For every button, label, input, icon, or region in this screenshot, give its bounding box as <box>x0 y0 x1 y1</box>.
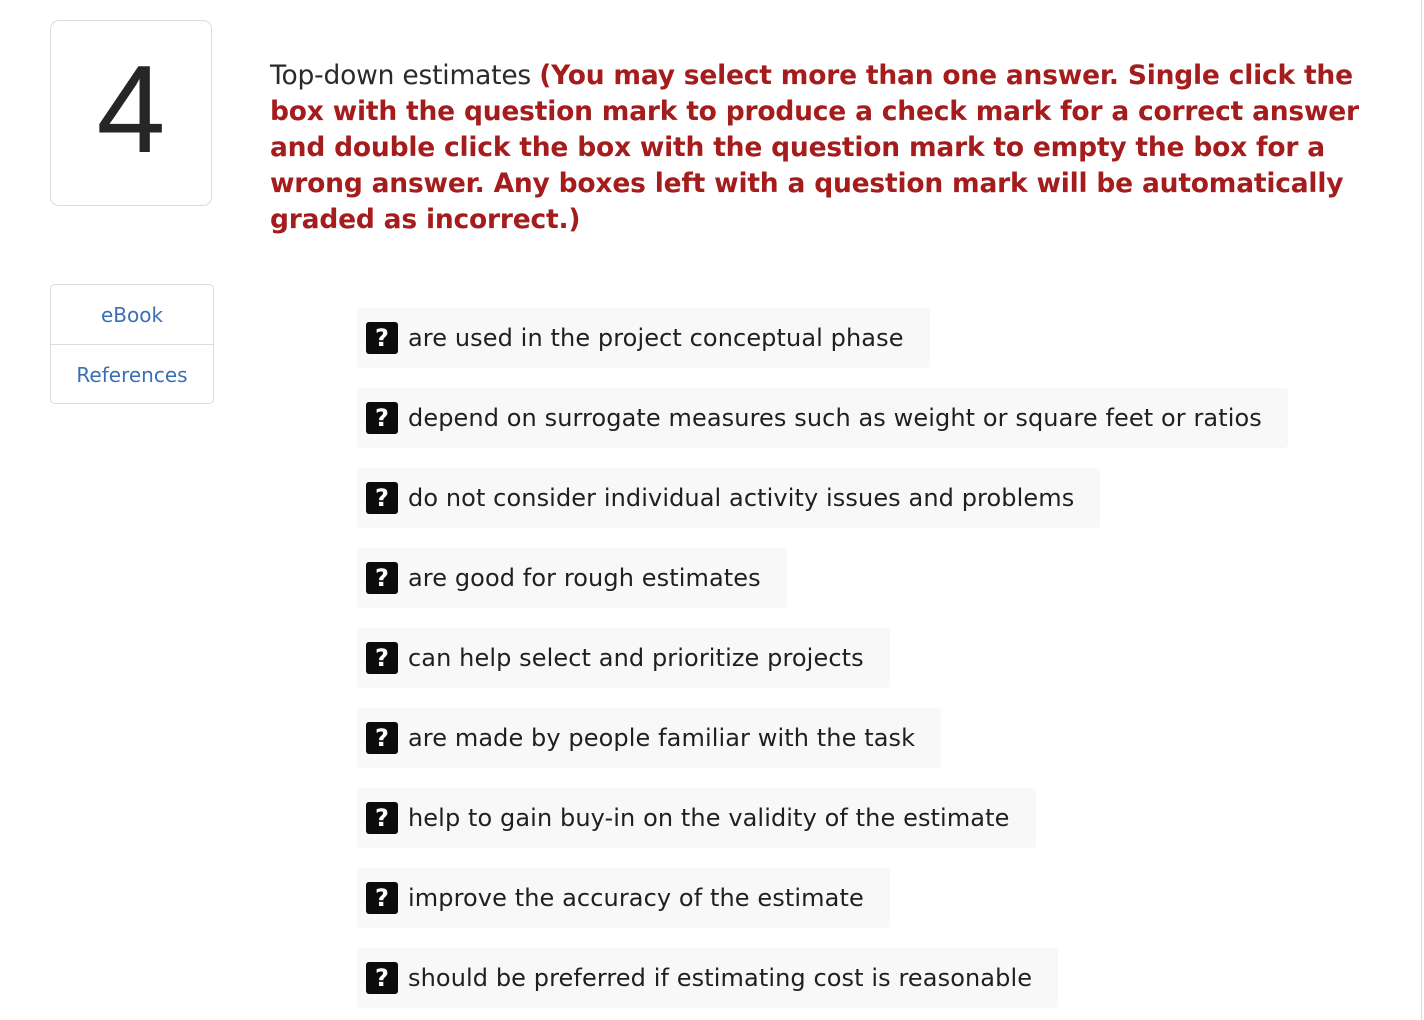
question-mark-checkbox[interactable]: ? <box>366 802 398 834</box>
answer-text: are good for rough estimates <box>408 564 761 592</box>
answer-option[interactable]: ? are made by people familiar with the t… <box>357 708 942 768</box>
answer-option[interactable]: ? help to gain buy-in on the validity of… <box>357 788 1036 848</box>
references-link[interactable]: References <box>51 344 213 404</box>
question-mark-checkbox[interactable]: ? <box>366 642 398 674</box>
question-mark-checkbox[interactable]: ? <box>366 562 398 594</box>
question-mark-checkbox[interactable]: ? <box>366 962 398 994</box>
answer-option[interactable]: ? improve the accuracy of the estimate <box>357 868 890 928</box>
ebook-link[interactable]: eBook <box>51 285 213 344</box>
page-divider <box>1421 0 1422 1020</box>
answer-option[interactable]: ? should be preferred if estimating cost… <box>357 948 1059 1008</box>
question-mark-checkbox[interactable]: ? <box>366 402 398 434</box>
answer-text: can help select and prioritize projects <box>408 644 864 672</box>
question-number-box: 4 <box>50 20 212 206</box>
question-mark-checkbox[interactable]: ? <box>366 322 398 354</box>
answer-text: improve the accuracy of the estimate <box>408 884 864 912</box>
question-stem: Top-down estimates <box>270 60 540 91</box>
answer-option[interactable]: ? do not consider individual activity is… <box>357 468 1101 528</box>
question-number: 4 <box>96 41 166 179</box>
answer-option[interactable]: ? are used in the project conceptual pha… <box>357 308 930 368</box>
answer-text: help to gain buy-in on the validity of t… <box>408 804 1010 832</box>
question-prompt: Top-down estimates (You may select more … <box>270 58 1415 238</box>
answer-text: depend on surrogate measures such as wei… <box>408 404 1262 432</box>
answer-option[interactable]: ? are good for rough estimates <box>357 548 787 608</box>
answer-text: are used in the project conceptual phase <box>408 324 904 352</box>
answer-text: are made by people familiar with the tas… <box>408 724 916 752</box>
question-mark-checkbox[interactable]: ? <box>366 722 398 754</box>
answer-option[interactable]: ? can help select and prioritize project… <box>357 628 890 688</box>
resource-links: eBook References <box>50 284 214 404</box>
answer-text: should be preferred if estimating cost i… <box>408 964 1033 992</box>
answer-text: do not consider individual activity issu… <box>408 484 1075 512</box>
answer-option[interactable]: ? depend on surrogate measures such as w… <box>357 388 1288 448</box>
question-mark-checkbox[interactable]: ? <box>366 482 398 514</box>
question-mark-checkbox[interactable]: ? <box>366 882 398 914</box>
